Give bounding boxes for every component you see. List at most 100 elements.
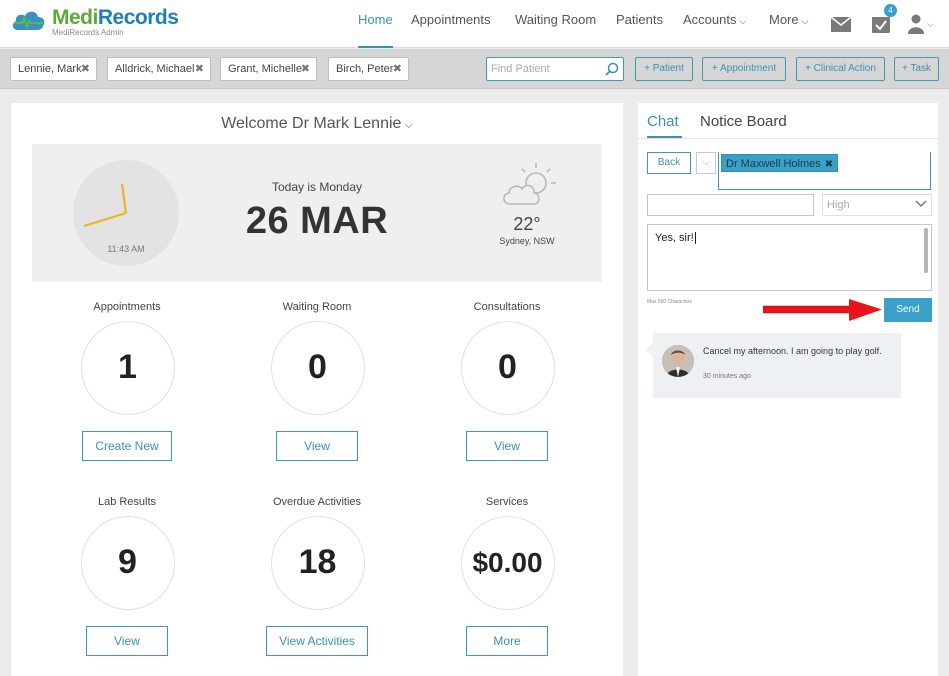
chevron-down-icon: ⌵	[702, 157, 710, 168]
stat-label: Services	[485, 496, 529, 508]
create-new-appointment-button[interactable]: Create New	[82, 431, 172, 461]
stat-lab-results: Lab Results 9 View	[47, 496, 207, 676]
subject-input[interactable]	[647, 194, 814, 216]
close-icon[interactable]: ✖	[825, 159, 833, 170]
max-characters-hint: Max 500 Characters	[647, 299, 693, 305]
nav-patients[interactable]: Patients	[616, 0, 663, 48]
send-button[interactable]: Send	[884, 298, 932, 322]
clock-time: 11:43 AM	[107, 244, 145, 254]
stat-label: Consultations	[473, 301, 541, 313]
chat-panel: Chat Notice Board Back ⌵ Dr Maxwell Holm…	[638, 103, 938, 676]
stat-appointments: Appointments 1 Create New	[47, 301, 207, 491]
stat-label: Lab Results	[97, 496, 157, 508]
user-menu[interactable]: ⌵	[906, 0, 936, 48]
add-patient-button[interactable]: + Patient	[635, 57, 693, 81]
tab-divider	[638, 138, 938, 139]
view-consultations-button[interactable]: View	[466, 431, 548, 461]
dashboard-panel: Welcome Dr Mark Lennie ⌵ 11:43 AM Today i…	[11, 103, 623, 676]
stat-value: 0	[498, 348, 517, 386]
stat-overdue-activities: Overdue Activities 18 View Activities	[237, 496, 397, 676]
chat-message-time: 30 minutes ago	[703, 373, 751, 380]
app-subtitle: MediRecords Admin	[52, 28, 124, 37]
view-waiting-room-button[interactable]: View	[276, 431, 358, 461]
top-navbar: MediRecords MediRecords Admin Home Appoi…	[0, 0, 949, 48]
chat-message: Cancel my afternoon. I am going to play …	[646, 333, 901, 398]
view-activities-button[interactable]: View Activities	[266, 626, 368, 656]
current-date: 26 MAR	[245, 200, 389, 242]
recipient-field[interactable]: Dr Maxwell Holmes ✖	[718, 152, 931, 190]
view-lab-results-button[interactable]: View	[86, 626, 168, 656]
nav-more[interactable]: More ⌵	[769, 0, 808, 48]
app-name: MediRecords	[52, 6, 179, 29]
add-appointment-button[interactable]: + Appointment	[702, 57, 786, 81]
date-weather-banner: 11:43 AM Today is Monday 26 MAR 22° Sydn…	[32, 144, 602, 282]
partly-cloudy-icon	[503, 163, 556, 205]
stat-circle: 0	[271, 321, 365, 415]
patient-tab[interactable]: Lennie, Mark ✖	[10, 57, 97, 81]
stat-value: 0	[308, 348, 327, 386]
welcome-menu[interactable]: Welcome Dr Mark Lennie ⌵	[11, 115, 623, 133]
tab-notice-board[interactable]: Notice Board	[700, 113, 787, 134]
avatar-photo	[662, 345, 694, 377]
text-cursor	[694, 232, 696, 244]
red-arrow-annotation	[763, 299, 882, 321]
find-patient-input[interactable]	[487, 58, 599, 80]
stat-circle: 0	[461, 321, 555, 415]
mail-icon[interactable]	[829, 0, 853, 48]
message-textarea[interactable]: Yes, sir!	[647, 224, 932, 291]
chevron-down-icon: ⌵	[801, 16, 809, 26]
avatar	[662, 345, 694, 377]
chevron-down-icon: ⌵	[927, 18, 934, 29]
patient-tab[interactable]: Grant, Michelle ✖	[220, 57, 317, 81]
stat-circle: 18	[271, 516, 365, 610]
tasks-badge: 4	[884, 4, 897, 17]
weather-widget: 22° Sydney, NSW	[472, 160, 582, 260]
back-button[interactable]: Back	[647, 152, 691, 174]
close-icon[interactable]: ✖	[301, 58, 310, 80]
recipient-chip: Dr Maxwell Holmes ✖	[721, 154, 839, 172]
patient-tab[interactable]: Birch, Peter ✖	[328, 57, 409, 81]
tasks-icon[interactable]: 4	[869, 0, 897, 48]
stat-circle: $0.00	[461, 516, 555, 610]
find-patient-box	[486, 57, 624, 81]
stat-value: 18	[298, 543, 337, 581]
recipient-dropdown-button[interactable]: ⌵	[696, 152, 716, 174]
stat-label: Overdue Activities	[272, 496, 362, 508]
close-icon[interactable]: ✖	[393, 58, 402, 80]
stat-circle: 1	[81, 321, 175, 415]
search-icon[interactable]	[605, 62, 619, 76]
chat-message-text: Cancel my afternoon. I am going to play …	[703, 346, 882, 356]
nav-appointments[interactable]: Appointments	[411, 0, 491, 48]
temperature: 22°	[513, 214, 541, 234]
user-icon	[908, 14, 925, 34]
stat-waiting-room: Waiting Room 0 View	[237, 301, 397, 491]
cloud-logo-icon	[12, 11, 45, 30]
stat-value: $0.00	[472, 547, 543, 578]
chevron-down-icon: ⌵	[739, 16, 747, 26]
nav-accounts[interactable]: Accounts ⌵	[683, 0, 746, 48]
analog-clock: 11:43 AM	[73, 160, 179, 266]
nav-home[interactable]: Home	[358, 0, 393, 48]
stat-circle: 9	[81, 516, 175, 610]
stat-value: 9	[118, 543, 137, 581]
tab-chat[interactable]: Chat	[647, 113, 679, 134]
app-logo[interactable]: MediRecords MediRecords Admin	[10, 6, 179, 40]
patient-tab[interactable]: Alldrick, Michael ✖	[107, 57, 211, 81]
priority-select[interactable]: High	[822, 194, 932, 216]
more-services-button[interactable]: More	[466, 626, 548, 656]
stat-services: Services $0.00 More	[427, 496, 587, 676]
chevron-down-icon: ⌵	[404, 119, 413, 131]
stat-consultations: Consultations 0 View	[427, 301, 587, 491]
weather-location: Sydney, NSW	[499, 236, 555, 246]
nav-waiting-room[interactable]: Waiting Room	[515, 0, 596, 48]
add-task-button[interactable]: + Task	[894, 57, 939, 81]
close-icon[interactable]: ✖	[81, 58, 90, 80]
stat-label: Appointments	[93, 301, 161, 313]
add-clinical-action-button[interactable]: + Clinical Action	[796, 57, 885, 81]
today-label: Today is Monday	[271, 180, 363, 194]
textarea-scrollbar[interactable]	[924, 228, 928, 273]
stat-label: Waiting Room	[282, 301, 352, 313]
close-icon[interactable]: ✖	[195, 58, 204, 80]
stat-value: 1	[118, 348, 137, 386]
chevron-down-icon	[915, 200, 927, 208]
